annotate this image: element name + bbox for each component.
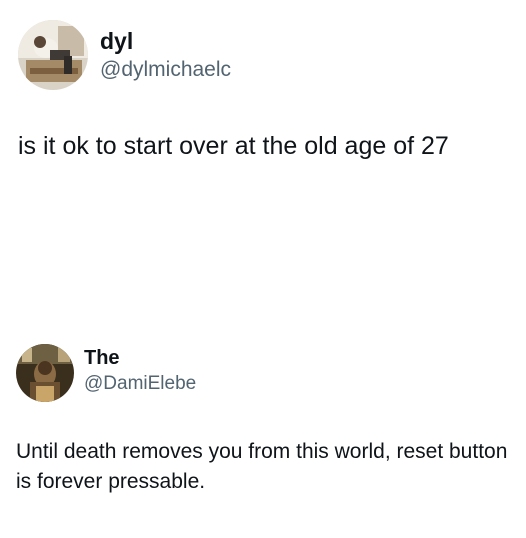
user-photo-avatar-icon xyxy=(18,20,88,90)
tweet-text: is it ok to start over at the old age of… xyxy=(18,132,449,160)
avatar[interactable] xyxy=(16,344,74,402)
avatar[interactable] xyxy=(18,20,88,90)
display-name[interactable]: The xyxy=(84,347,120,370)
user-handle[interactable]: @DamiElebe xyxy=(84,373,196,395)
display-name[interactable]: dyl xyxy=(100,28,133,55)
user-photo-avatar-icon xyxy=(16,344,74,402)
user-handle[interactable]: @dylmichaelc xyxy=(100,58,231,82)
tweet-text: Until death removes you from this world,… xyxy=(16,440,508,493)
tweet-2: The @DamiElebe Until death removes you f… xyxy=(0,290,526,498)
tweet-1: dyl @dylmichaelc is it ok to start over … xyxy=(0,0,526,290)
